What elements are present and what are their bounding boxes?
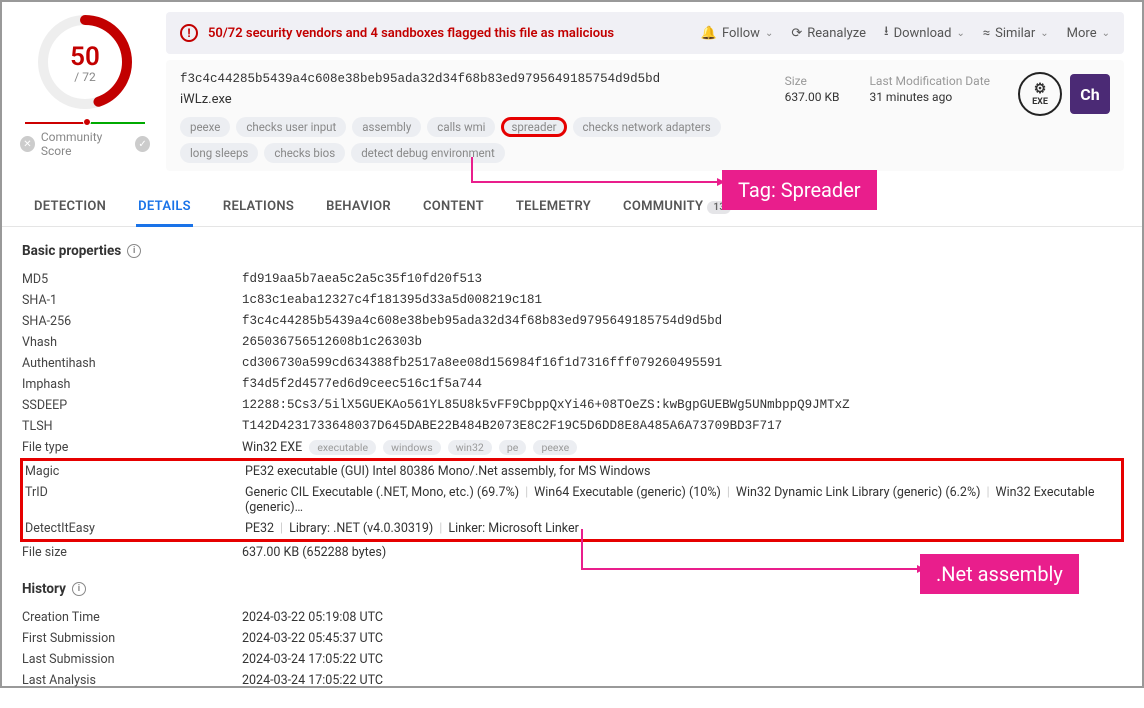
size-value: 637.00 KB	[785, 90, 840, 104]
highlighted-rows: MagicPE32 executable (GUI) Intel 80386 M…	[20, 458, 1124, 542]
close-icon[interactable]: ✕	[20, 136, 35, 152]
magic-key: Magic	[25, 464, 245, 479]
tag-checks-bios[interactable]: checks bios	[264, 143, 345, 163]
tag-peexe[interactable]: peexe	[180, 117, 230, 137]
file-hash: f3c4c44285b5439a4c608e38beb95ada32d34f68…	[180, 72, 765, 86]
last-analysis-val: 2024-03-24 17:05:22 UTC	[242, 673, 1122, 688]
alert-text: 50/72 security vendors and 4 sandboxes f…	[208, 26, 691, 41]
malicious-alert-bar: ! 50/72 security vendors and 4 sandboxes…	[166, 12, 1124, 54]
md5-val: fd919aa5b7aea5c2a5c35f10fd20f513	[242, 272, 1122, 287]
score-numerator: 50	[35, 42, 135, 72]
mini-tag[interactable]: pe	[499, 440, 526, 455]
vhash-key: Vhash	[22, 335, 242, 350]
authentihash-val: cd306730a599cd634388fb2517a8ee08d156984f…	[242, 356, 1122, 371]
check-icon[interactable]: ✓	[135, 136, 150, 152]
mini-tag[interactable]: executable	[309, 440, 376, 455]
tag-calls-wmi[interactable]: calls wmi	[427, 117, 495, 137]
vhash-val: 265036756512608b1c26303b	[242, 335, 1122, 350]
tlsh-val: T142D4231733648037D645DABE22B484B2073E8C…	[242, 419, 1122, 434]
last-submission-val: 2024-03-24 17:05:22 UTC	[242, 652, 1122, 667]
lastmod-label: Last Modification Date	[869, 74, 990, 88]
score-denominator: / 72	[35, 70, 135, 84]
tag-spreader[interactable]: spreader	[501, 117, 566, 137]
imphash-key: Imphash	[22, 377, 242, 392]
imphash-val: f34d5f2d4577ed6d9ceec516c1f5a744	[242, 377, 1122, 392]
mini-tag[interactable]: peexe	[533, 440, 577, 455]
mini-tag[interactable]: win32	[448, 440, 492, 455]
community-score-bar	[25, 122, 145, 124]
exe-icon: ⚙EXE	[1018, 72, 1062, 116]
community-score-label: Community Score	[41, 130, 129, 158]
md5-key: MD5	[22, 272, 242, 287]
magic-val: PE32 executable (GUI) Intel 80386 Mono/.…	[245, 464, 1119, 479]
annotation-spreader: Tag: Spreader	[722, 170, 877, 210]
tags-row: peexe checks user input assembly calls w…	[180, 117, 765, 163]
first-submission-key: First Submission	[22, 631, 242, 646]
sha1-val: 1c83c1eaba12327c4f181395d33a5d008219c181	[242, 293, 1122, 308]
trid-key: TrID	[25, 485, 245, 515]
tab-community[interactable]: COMMUNITY13	[621, 189, 733, 226]
ssdeep-val: 12288:5Cs3/5ilX5GUEKAo561YL85U8k5vFF9Cbp…	[242, 398, 1122, 413]
tag-long-sleeps[interactable]: long sleeps	[180, 143, 258, 163]
annotation-net: .Net assembly	[920, 554, 1079, 594]
filesize-key: File size	[22, 545, 242, 560]
similar-button[interactable]: ≈ Similar ⌄	[983, 26, 1049, 41]
more-button[interactable]: More ⌄	[1067, 26, 1110, 41]
tab-relations[interactable]: RELATIONS	[221, 189, 296, 226]
tag-detect-debug-env[interactable]: detect debug environment	[351, 143, 505, 163]
sha1-key: SHA-1	[22, 293, 242, 308]
die-val: PE32|Library: .NET (v4.0.30319)|Linker: …	[245, 521, 1119, 536]
file-name: iWLz.exe	[180, 92, 765, 107]
tab-telemetry[interactable]: TELEMETRY	[514, 189, 593, 226]
size-label: Size	[785, 74, 840, 88]
ch-icon: Ch	[1070, 74, 1110, 114]
mini-tag[interactable]: windows	[383, 440, 440, 455]
tab-details[interactable]: DETAILS	[136, 189, 193, 226]
tag-assembly[interactable]: assembly	[352, 117, 421, 137]
creation-time-key: Creation Time	[22, 610, 242, 625]
last-submission-key: Last Submission	[22, 652, 242, 667]
follow-button[interactable]: 🔔 Follow ⌄	[701, 26, 774, 41]
last-analysis-key: Last Analysis	[22, 673, 242, 688]
lastmod-value: 31 minutes ago	[869, 90, 990, 104]
creation-time-val: 2024-03-22 05:19:08 UTC	[242, 610, 1122, 625]
filetype-val: Win32 EXE executable windows win32 pe pe…	[242, 440, 1122, 455]
authentihash-key: Authentihash	[22, 356, 242, 371]
alert-icon: !	[180, 24, 198, 42]
tag-checks-user-input[interactable]: checks user input	[236, 117, 346, 137]
detection-score-ring: 50 / 72	[35, 12, 135, 112]
filetype-key: File type	[22, 440, 242, 455]
info-icon[interactable]: i	[72, 582, 86, 596]
basic-properties-header: Basic propertiesi	[22, 243, 1122, 259]
tab-content[interactable]: CONTENT	[421, 189, 486, 226]
tag-checks-network-adapters[interactable]: checks network adapters	[573, 117, 721, 137]
tab-detection[interactable]: DETECTION	[32, 189, 108, 226]
tlsh-key: TLSH	[22, 419, 242, 434]
info-icon[interactable]: i	[127, 244, 141, 258]
first-submission-val: 2024-03-22 05:45:37 UTC	[242, 631, 1122, 646]
tab-behavior[interactable]: BEHAVIOR	[324, 189, 393, 226]
ssdeep-key: SSDEEP	[22, 398, 242, 413]
sha256-val: f3c4c44285b5439a4c608e38beb95ada32d34f68…	[242, 314, 1122, 329]
reanalyze-button[interactable]: ⟳ Reanalyze	[791, 26, 866, 41]
trid-val: Generic CIL Executable (.NET, Mono, etc.…	[245, 485, 1119, 515]
die-key: DetectItEasy	[25, 521, 245, 536]
download-button[interactable]: ⭳ Download ⌄	[884, 22, 965, 44]
sha256-key: SHA-256	[22, 314, 242, 329]
